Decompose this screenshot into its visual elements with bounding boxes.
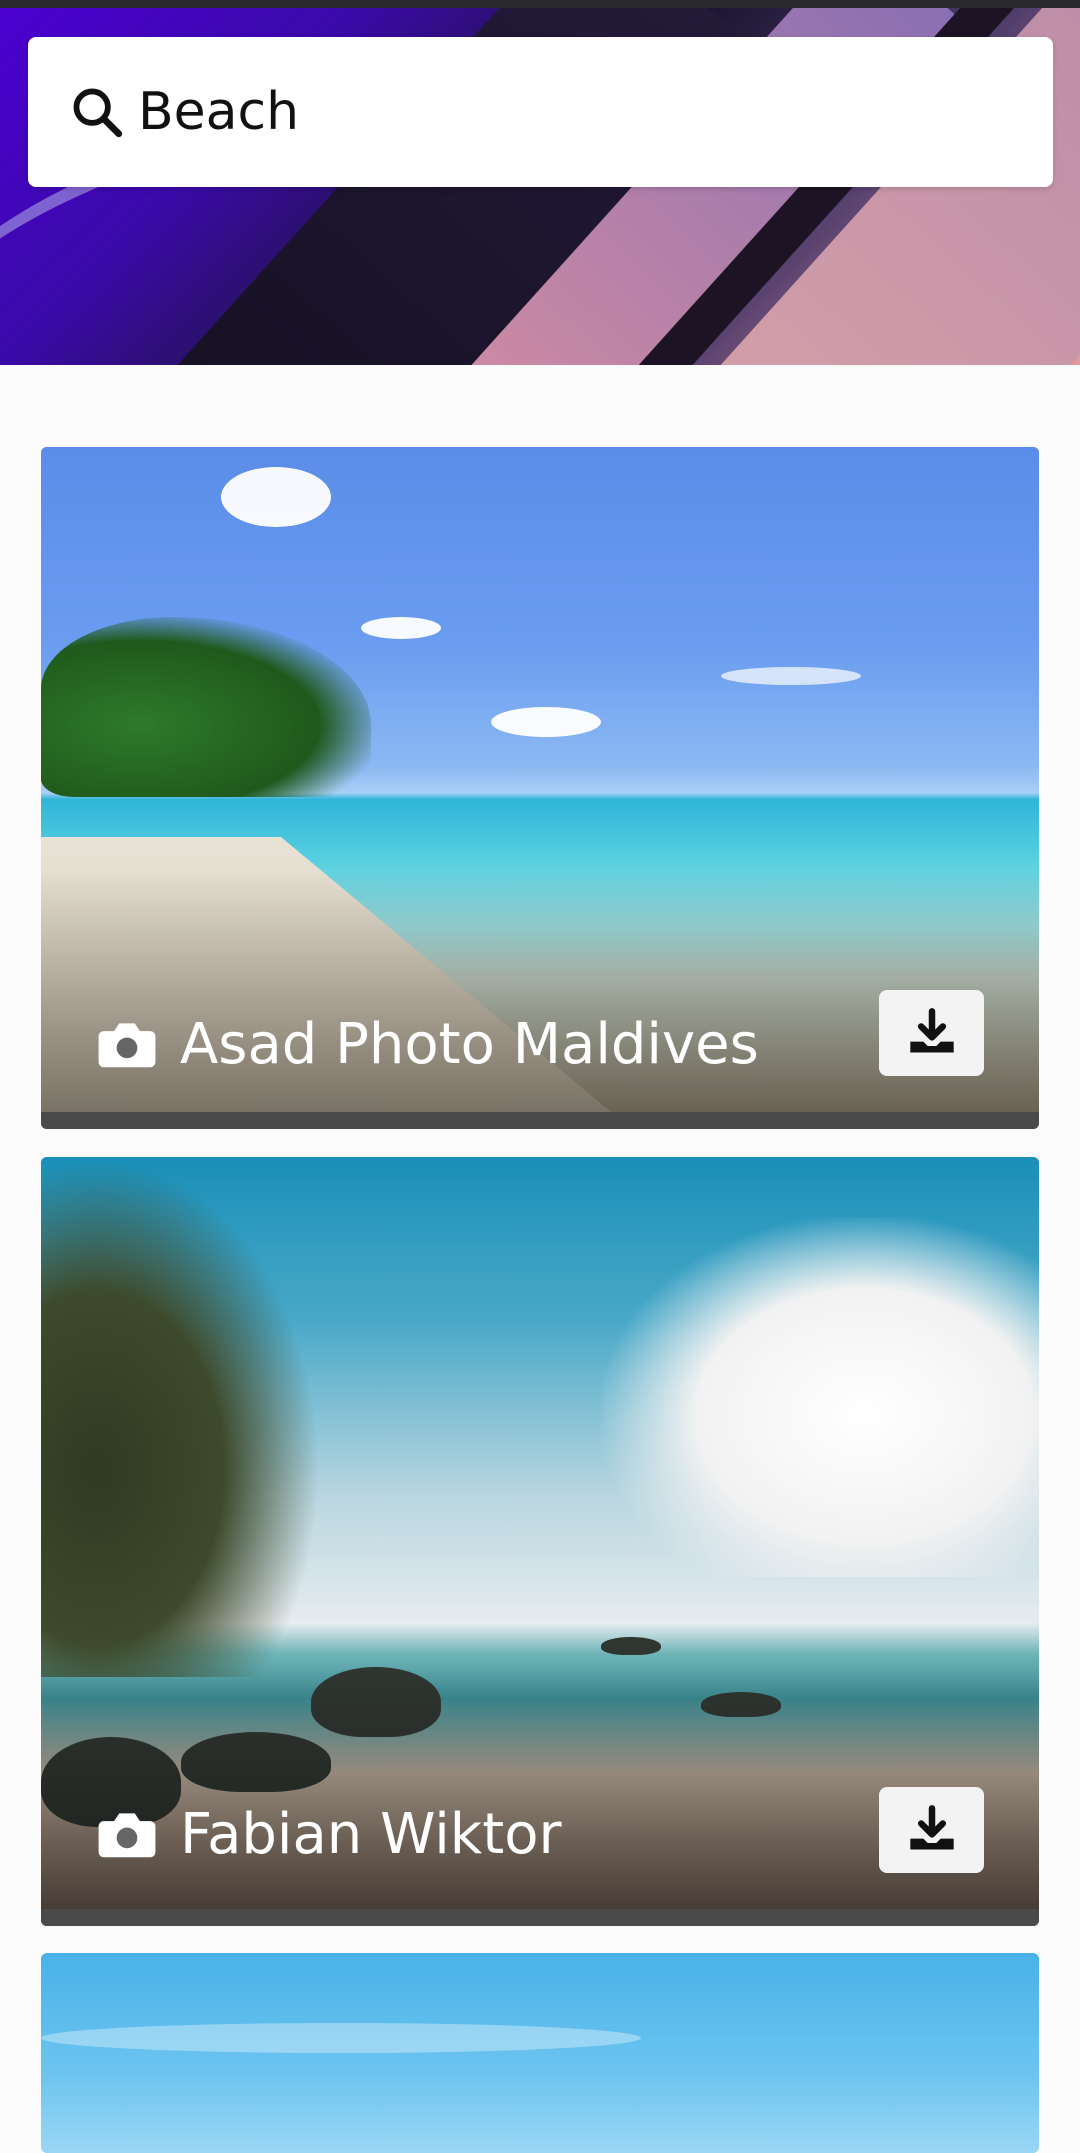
photo-caption: Asad Photo Maldives	[96, 999, 759, 1089]
photographer-name: Fabian Wiktor	[180, 1801, 562, 1867]
search-icon[interactable]	[68, 83, 126, 141]
status-strip	[0, 0, 1080, 8]
photo-detail	[721, 667, 861, 685]
search-input[interactable]	[138, 37, 1018, 187]
header-banner	[0, 8, 1080, 365]
download-button[interactable]	[879, 1787, 984, 1873]
camera-icon	[98, 1813, 156, 1858]
photo-detail	[361, 617, 441, 639]
photo-caption: Fabian Wiktor	[96, 1789, 561, 1879]
photo-detail	[601, 1637, 661, 1655]
photo-detail	[601, 1217, 1039, 1577]
photo-detail	[41, 1157, 321, 1677]
download-icon	[909, 1805, 954, 1850]
download-icon	[909, 1008, 954, 1053]
photo-card[interactable]	[41, 1953, 1039, 2153]
photo-detail	[41, 2023, 641, 2053]
card-footer-bar	[41, 1909, 1039, 1926]
photo-detail	[491, 707, 601, 737]
photo-detail	[221, 467, 331, 527]
card-footer-bar	[41, 1112, 1039, 1129]
photo-card[interactable]: Asad Photo Maldives	[41, 447, 1039, 1129]
download-button[interactable]	[879, 990, 984, 1076]
photographer-name: Asad Photo Maldives	[180, 1011, 759, 1077]
camera-icon	[98, 1023, 156, 1068]
photo-detail	[41, 617, 371, 797]
search-bar[interactable]	[28, 37, 1053, 187]
photo-card[interactable]: Fabian Wiktor	[41, 1157, 1039, 1926]
